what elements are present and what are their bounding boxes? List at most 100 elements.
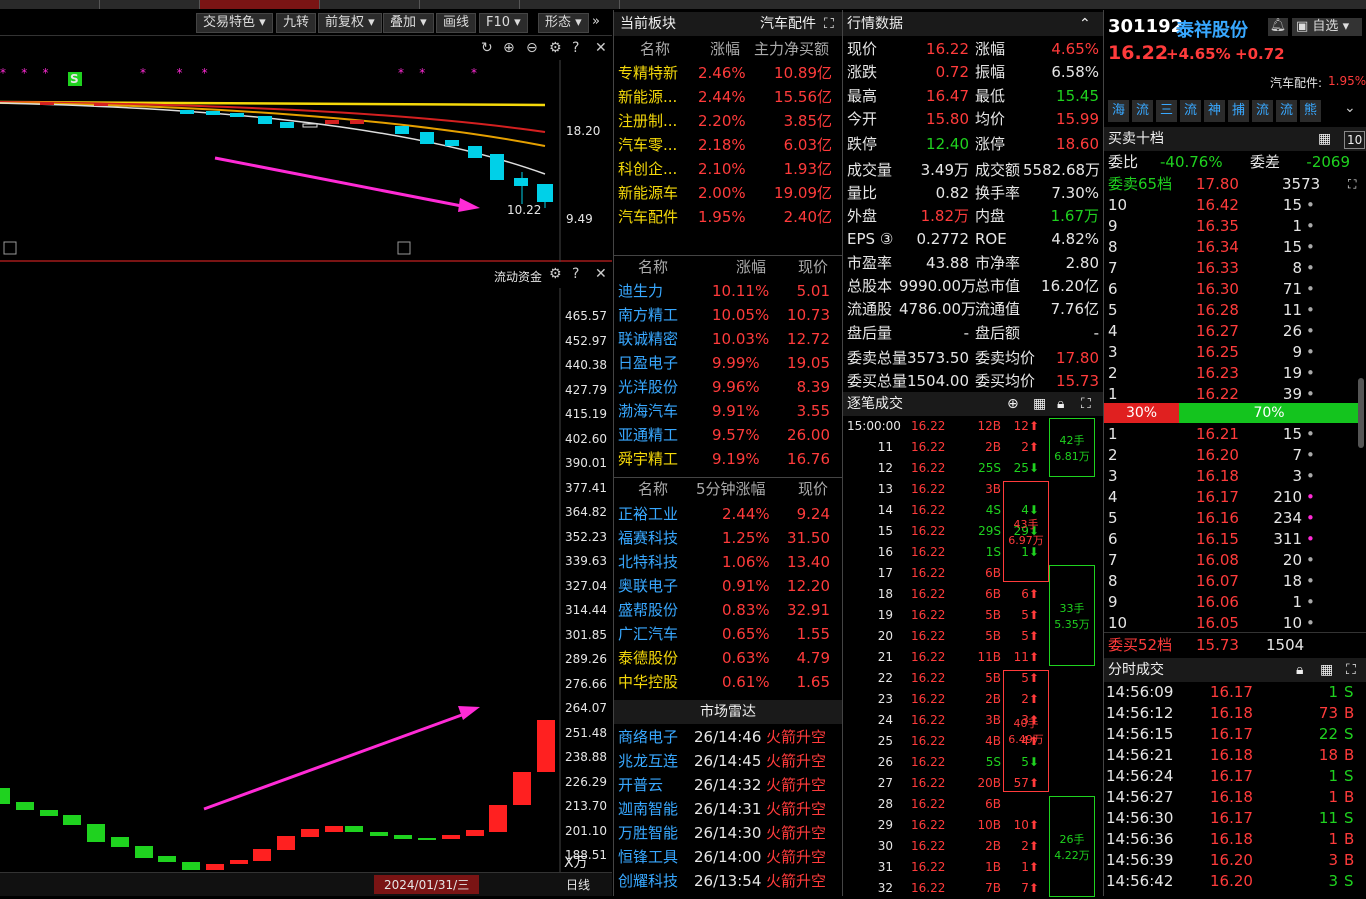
sector-row[interactable]: 新能源车 2.00% 19.09亿: [614, 181, 842, 205]
feature-tag[interactable]: 流: [1132, 100, 1153, 122]
gainer-row[interactable]: 舜宇精工 9.19% 16.76: [614, 447, 842, 471]
feature-tag[interactable]: 捕: [1228, 100, 1249, 122]
quote-title: 行情数据: [847, 16, 903, 32]
nine-turn-button[interactable]: 九转: [276, 13, 317, 33]
radar-row[interactable]: 恒锋工具 26/14:00 火箭升空: [614, 845, 842, 869]
feature-tag[interactable]: 熊: [1300, 100, 1321, 122]
radar-row[interactable]: 商络电子 26/14:46 火箭升空: [614, 725, 842, 749]
stock-code: 301192: [1108, 16, 1184, 37]
expand-icon[interactable]: ⛶: [824, 12, 834, 36]
gainer-row[interactable]: 亚通精工 9.57% 26.00: [614, 423, 842, 447]
tick-row: 25 16.22 4B 4⬆: [877, 734, 1039, 748]
radar-row[interactable]: 开普云 26/14:32 火箭升空: [614, 773, 842, 797]
expand-icon[interactable]: ⛶: [1346, 658, 1356, 682]
ask-row[interactable]: 2 16.23 19 •: [1104, 363, 1366, 384]
five-min-row[interactable]: 广汇汽车 0.65% 1.55: [614, 622, 842, 646]
bell-icon[interactable]: 🔔︎: [1268, 18, 1288, 36]
sector-row[interactable]: 专精特新 2.46% 10.89亿: [614, 61, 842, 85]
gainer-row[interactable]: 迪生力 10.11% 5.01: [614, 279, 842, 303]
ask-row[interactable]: 1 16.22 39 •: [1104, 384, 1366, 405]
feature-tag[interactable]: 三: [1156, 100, 1177, 122]
radar-row[interactable]: 万胜智能 26/14:30 火箭升空: [614, 821, 842, 845]
sector-row[interactable]: 注册制... 2.20% 3.85亿: [614, 109, 842, 133]
feature-tag[interactable]: 流: [1276, 100, 1297, 122]
gainer-row[interactable]: 日盈电子 9.99% 19.05: [614, 351, 842, 375]
sell-ratio-bar: 30%: [1104, 403, 1179, 423]
five-min-row[interactable]: 中华控股 0.61% 1.65: [614, 670, 842, 694]
bid-row[interactable]: 7 16.08 20 •: [1104, 550, 1366, 571]
ask-row[interactable]: 7 16.33 8 •: [1104, 258, 1366, 279]
pattern-button[interactable]: 形态 ▾: [538, 13, 589, 33]
bid-row[interactable]: 4 16.17 210 •: [1104, 487, 1366, 508]
feature-tag[interactable]: 海: [1108, 100, 1129, 122]
calc-icon[interactable]: ▦: [1318, 127, 1331, 151]
gainer-row[interactable]: 光洋股份 9.96% 8.39: [614, 375, 842, 399]
ask-row[interactable]: 5 16.28 11 •: [1104, 300, 1366, 321]
f10-button[interactable]: F10 ▾: [479, 13, 528, 33]
bid-row[interactable]: 2 16.20 7 •: [1104, 445, 1366, 466]
five-min-row[interactable]: 福赛科技 1.25% 31.50: [614, 526, 842, 550]
feature-tag[interactable]: 流: [1180, 100, 1201, 122]
scrollbar[interactable]: [1358, 378, 1364, 448]
draw-line-button[interactable]: 画线: [436, 13, 477, 33]
radar-row[interactable]: 创耀科技 26/13:54 火箭升空: [614, 869, 842, 893]
gainer-row[interactable]: 联诚精密 10.03% 12.72: [614, 327, 842, 351]
ask-row[interactable]: 10 16.42 15 •: [1104, 195, 1366, 216]
more-icon[interactable]: »: [586, 13, 606, 33]
stock-sector[interactable]: 汽车配件:: [1270, 74, 1322, 91]
ask-row[interactable]: 3 16.25 9 •: [1104, 342, 1366, 363]
gainer-row[interactable]: 南方精工 10.05% 10.73: [614, 303, 842, 327]
five-min-row[interactable]: 正裕工业 2.44% 9.24: [614, 502, 842, 526]
tab[interactable]: [320, 0, 420, 9]
five-min-row[interactable]: 盛帮股份 0.83% 32.91: [614, 598, 842, 622]
sector-row[interactable]: 汽车零... 2.18% 6.03亿: [614, 133, 842, 157]
kline-chart[interactable]: ↻ ⊕ ⊖ ⚙ ? ✕ * * * * * * * * * S 18.20 9.…: [0, 36, 612, 262]
sector-current[interactable]: 汽车配件: [760, 12, 816, 36]
feature-tag[interactable]: 流: [1252, 100, 1273, 122]
bid-row[interactable]: 6 16.15 311 •: [1104, 529, 1366, 550]
collapse-icon[interactable]: ⌃: [1079, 12, 1091, 36]
five-min-row[interactable]: 北特科技 1.06% 13.40: [614, 550, 842, 574]
five-min-row[interactable]: 泰德股份 0.63% 4.79: [614, 646, 842, 670]
bid-row[interactable]: 9 16.06 1 •: [1104, 592, 1366, 613]
lock-icon[interactable]: 🔒︎: [1296, 658, 1303, 682]
adjust-button[interactable]: 前复权 ▾: [318, 13, 382, 33]
ask-row[interactable]: 4 16.27 26 •: [1104, 321, 1366, 342]
price-axis-high: 18.20: [566, 124, 601, 138]
ask-row[interactable]: 6 16.30 71 •: [1104, 279, 1366, 300]
bid-row[interactable]: 1 16.21 15 •: [1104, 424, 1366, 445]
calc-icon[interactable]: ▦: [1033, 392, 1046, 416]
tab[interactable]: [420, 0, 520, 9]
bid-row[interactable]: 3 16.18 3 •: [1104, 466, 1366, 487]
window-tab-strip: [0, 0, 1366, 9]
five-min-row[interactable]: 奥联电子 0.91% 12.20: [614, 574, 842, 598]
lock-icon[interactable]: 🔒︎: [1057, 392, 1064, 416]
tab[interactable]: [520, 0, 620, 9]
period-button[interactable]: 日线: [566, 876, 590, 893]
sector-row[interactable]: 汽车配件 1.95% 2.40亿: [614, 205, 842, 229]
tab-active[interactable]: [200, 0, 320, 9]
bid-row[interactable]: 5 16.16 234 •: [1104, 508, 1366, 529]
ask-row[interactable]: 8 16.34 15 •: [1104, 237, 1366, 258]
feature-tag[interactable]: 神: [1204, 100, 1225, 122]
sector-row[interactable]: 科创企... 2.10% 1.93亿: [614, 157, 842, 181]
expand-icon[interactable]: ⛶: [1081, 392, 1091, 416]
radar-row[interactable]: 兆龙互连 26/14:45 火箭升空: [614, 749, 842, 773]
bid-row[interactable]: 10 16.05 10 •: [1104, 613, 1366, 634]
radar-row[interactable]: 迦南智能 26/14:31 火箭升空: [614, 797, 842, 821]
quote-row: 现价 16.22 涨幅 4.65%: [847, 40, 1099, 58]
book-depth-button[interactable]: 10: [1344, 131, 1366, 149]
gainer-row[interactable]: 渤海汽车 9.91% 3.55: [614, 399, 842, 423]
watchlist-button[interactable]: ▣ 自选 ▾: [1292, 18, 1362, 36]
sector-row[interactable]: 新能源... 2.44% 15.56亿: [614, 85, 842, 109]
calc-icon[interactable]: ▦: [1320, 658, 1333, 682]
overlay-button[interactable]: 叠加 ▾: [383, 13, 434, 33]
ask-row[interactable]: 9 16.35 1 •: [1104, 216, 1366, 237]
chevron-down-icon[interactable]: ⌄: [1344, 100, 1356, 116]
bid-row[interactable]: 8 16.07 18 •: [1104, 571, 1366, 592]
fund-flow-chart[interactable]: 流动资金 ? ⚙ ✕ 465.57 452.97 440.38 427.79 415.…: [0, 264, 612, 872]
tab[interactable]: [100, 0, 200, 9]
trade-feature-button[interactable]: 交易特色 ▾: [196, 13, 273, 33]
globe-icon[interactable]: ⊕: [1007, 392, 1019, 416]
tab[interactable]: [0, 0, 100, 9]
